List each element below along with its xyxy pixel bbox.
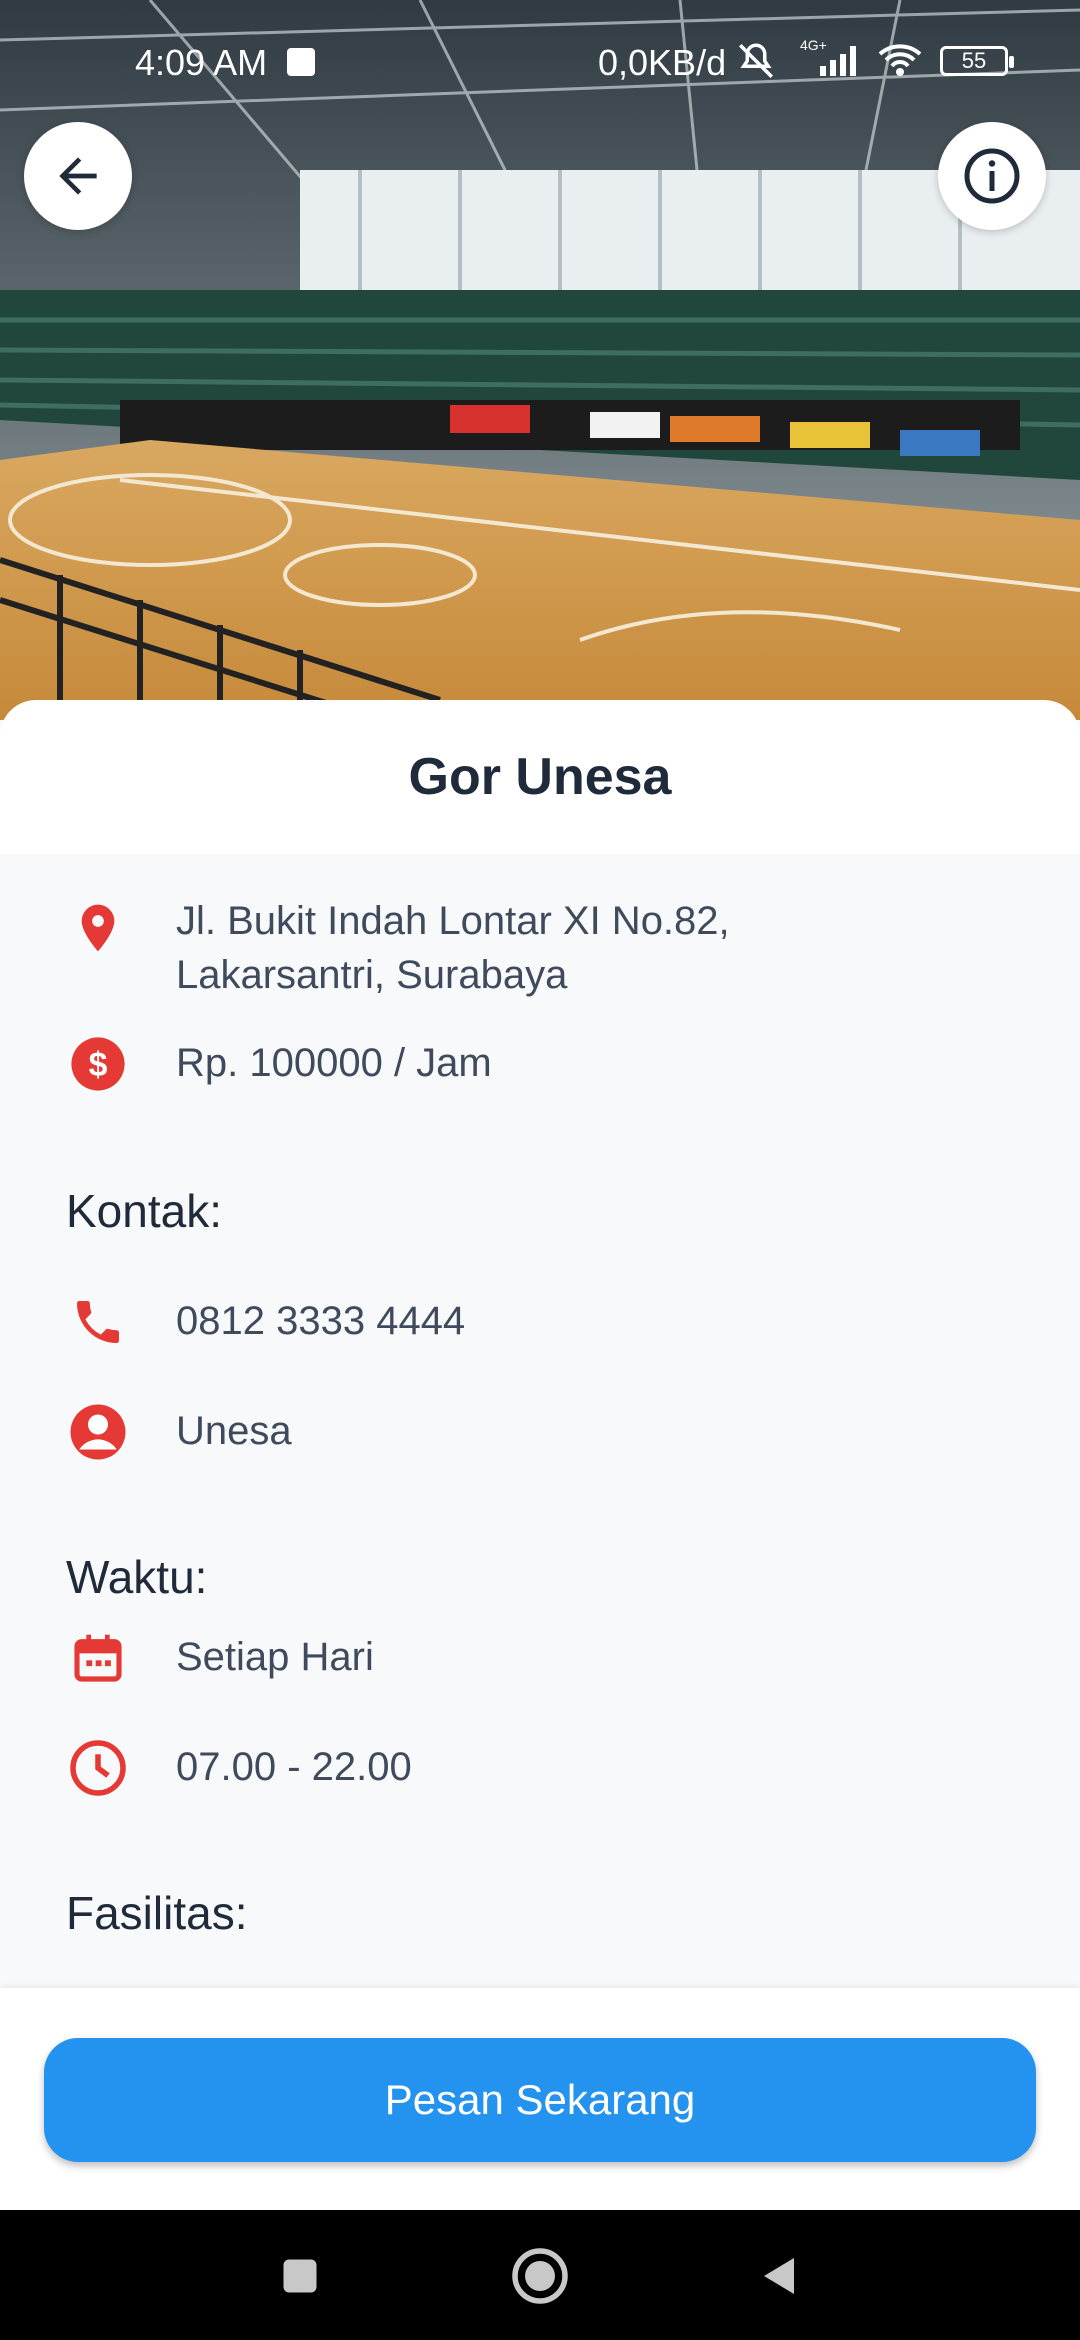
square-icon: [283, 2259, 317, 2293]
bottom-bar: Pesan Sekarang: [0, 1988, 1080, 2210]
status-bar: 4:09 AM 0,0KB/d 4G+ 55: [0, 0, 1080, 100]
address-row: Jl. Bukit Indah Lontar XI No.82, Lakarsa…: [66, 896, 730, 997]
home-circle-icon: [512, 2248, 568, 2304]
venue-photo: [0, 0, 1080, 720]
days-text: Setiap Hari: [176, 1635, 374, 1679]
title-card: Gor Unesa: [0, 700, 1080, 854]
book-now-button[interactable]: Pesan Sekarang: [44, 2038, 1036, 2162]
network-speed: 0,0KB/d: [598, 42, 727, 83]
svg-text:$: $: [89, 1046, 108, 1084]
address-text: Jl. Bukit Indah Lontar XI No.82, Lakarsa…: [176, 894, 730, 1002]
status-time: 4:09 AM: [135, 42, 268, 83]
battery-icon: 55: [940, 46, 1014, 76]
days-row: Setiap Hari: [66, 1626, 374, 1690]
address-line-2: Lakarsantri, Surabaya: [176, 953, 568, 997]
info-icon: [964, 148, 1020, 204]
signal-icon: 4G+: [800, 37, 864, 87]
back-nav-button[interactable]: [750, 2246, 810, 2306]
person-row: Unesa: [66, 1400, 292, 1464]
system-nav-bar: [0, 2210, 1080, 2340]
triangle-back-icon: [764, 2258, 794, 2294]
venue-name: Gor Unesa: [408, 748, 672, 806]
phone-icon: [66, 1290, 130, 1354]
phone-text: 0812 3333 4444: [176, 1299, 466, 1343]
venue-details: Jl. Bukit Indah Lontar XI No.82, Lakarsa…: [0, 854, 1080, 1988]
location-pin-icon: [66, 896, 130, 960]
price-text: Rp. 100000 / Jam: [176, 1041, 492, 1085]
signal-label: 4G+: [800, 38, 827, 53]
back-button[interactable]: [24, 122, 132, 230]
calendar-icon: [66, 1626, 130, 1690]
clock-icon: [66, 1736, 130, 1800]
person-text: Unesa: [176, 1409, 292, 1453]
home-button[interactable]: [510, 2246, 570, 2306]
notification-icon: [287, 48, 315, 76]
schedule-label: Waktu:: [66, 1551, 208, 1603]
wifi-icon: [875, 40, 925, 89]
facilities-label: Fasilitas:: [66, 1887, 248, 1939]
hours-text: 07.00 - 22.00: [176, 1745, 412, 1789]
mute-icon: [735, 40, 777, 91]
contact-label: Kontak:: [66, 1185, 222, 1237]
arrow-left-icon: [59, 157, 97, 195]
dollar-icon: $: [66, 1032, 130, 1096]
user-icon: [66, 1400, 130, 1464]
address-line-1: Jl. Bukit Indah Lontar XI No.82,: [176, 899, 730, 943]
hours-row: 07.00 - 22.00: [66, 1736, 412, 1800]
phone-row: 0812 3333 4444: [66, 1290, 465, 1354]
price-row: $ Rp. 100000 / Jam: [66, 1032, 492, 1096]
recents-button[interactable]: [270, 2246, 330, 2306]
info-button[interactable]: [938, 122, 1046, 230]
